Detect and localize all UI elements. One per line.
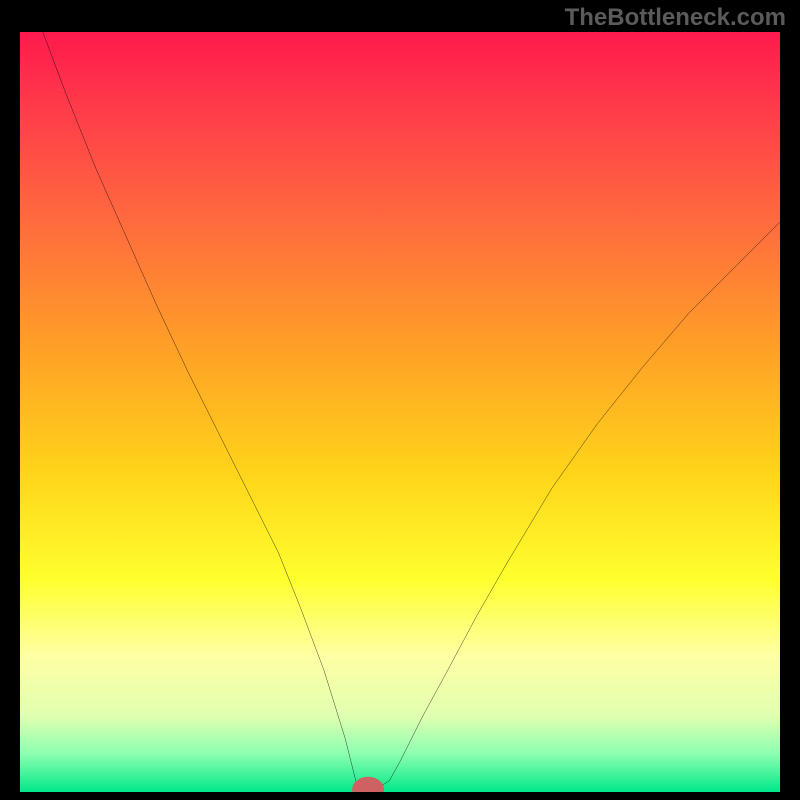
plot-svg (20, 32, 780, 792)
chart-frame: TheBottleneck.com (0, 0, 800, 800)
plot-area (20, 32, 780, 792)
curve-minimum-marker (356, 781, 380, 792)
watermark-label: TheBottleneck.com (565, 4, 786, 32)
bottleneck-curve (43, 32, 780, 790)
